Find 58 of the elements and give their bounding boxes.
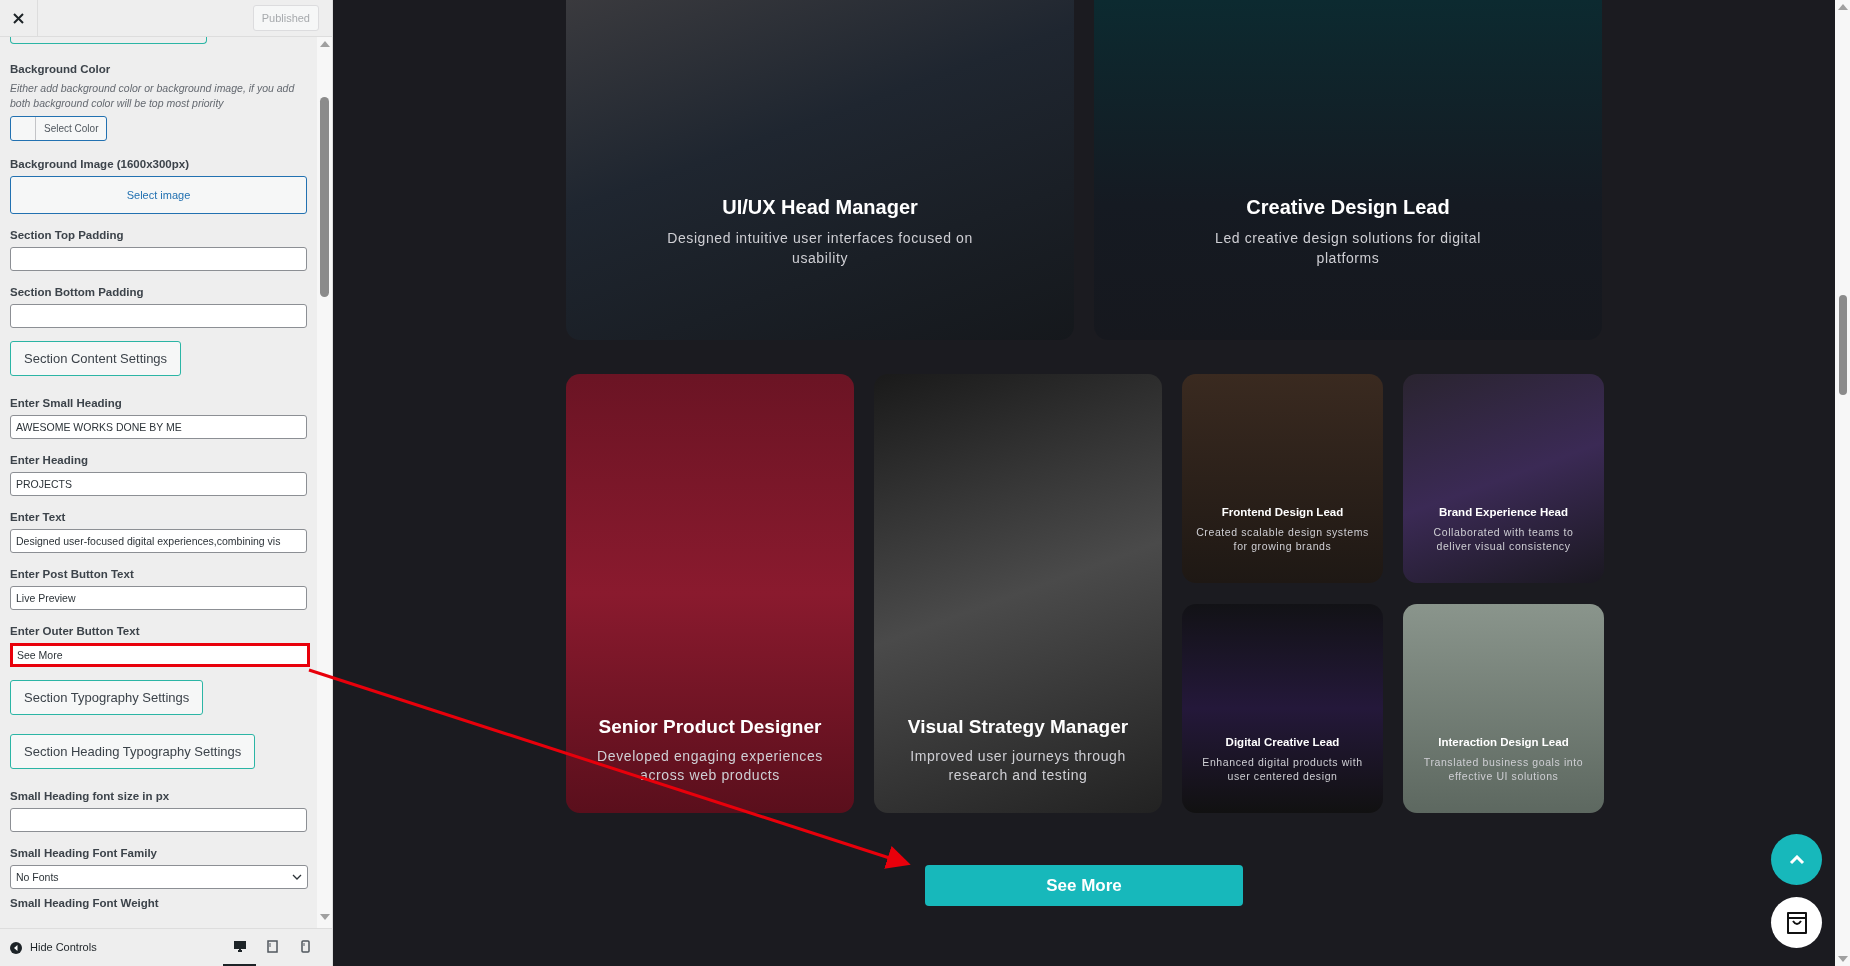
hide-controls-button[interactable]: Hide Controls [10, 939, 97, 956]
chevron-up-icon [1788, 854, 1805, 865]
card-title: Interaction Design Lead [1438, 734, 1569, 750]
card-description: Led creative design solutions for digital platforms [1214, 229, 1482, 268]
text-input[interactable] [10, 304, 307, 328]
scrollbar-thumb[interactable] [320, 97, 329, 297]
chevron-down-icon [292, 874, 302, 880]
field-label: Background Image (1600x300px) [10, 157, 190, 172]
scroll-to-top-button[interactable] [1771, 834, 1822, 885]
field-label: Enter Heading [10, 453, 89, 468]
field-label: Section Bottom Padding [10, 285, 145, 300]
scroll-down-icon[interactable] [1837, 956, 1848, 962]
card-title: Senior Product Designer [598, 714, 822, 739]
text-input[interactable]: PROJECTS [10, 472, 307, 496]
close-icon [13, 12, 24, 24]
text-input[interactable] [10, 247, 307, 271]
card-description: Enhanced digital products with user centered design [1201, 755, 1364, 783]
card-title: Frontend Design Lead [1221, 504, 1344, 520]
scrollbar-thumb[interactable] [1838, 295, 1847, 395]
cart-button[interactable] [1771, 897, 1822, 948]
card-description: Collaborated with teams to deliver visual consistency [1432, 525, 1575, 553]
section-settings-button[interactable]: Section Content Settings [10, 341, 182, 376]
scroll-up-icon[interactable] [1837, 4, 1848, 10]
text-input[interactable]: Designed user-focused digital experiences,combining vis [10, 529, 307, 553]
card-title: Brand Experience Head [1438, 504, 1569, 520]
monitor-icon [232, 939, 247, 953]
section-settings-button[interactable]: Section Heading Typography Settings [10, 734, 256, 769]
card-description: Developed engaging experiences across web products [596, 747, 824, 785]
select-color-button[interactable]: Select Color [10, 116, 108, 141]
text-input[interactable] [10, 808, 307, 832]
collapse-icon [10, 941, 22, 954]
card-title: UI/UX Head Manager [722, 195, 918, 220]
tablet-icon [267, 939, 278, 953]
field-label: Small Heading Font Family [10, 846, 158, 861]
card-title: Creative Design Lead [1246, 195, 1450, 220]
field-label: Enter Small Heading [10, 396, 123, 411]
phone-icon [301, 939, 310, 953]
text-input[interactable]: AWESOME WORKS DONE BY ME [10, 415, 307, 439]
field-label: Enter Outer Button Text [10, 624, 141, 639]
shopping-bag-icon [1785, 910, 1808, 935]
section-settings-button[interactable]: Section Typography Settings [10, 680, 204, 715]
card-description: Translated business goals into effective UI solutions [1422, 755, 1585, 783]
field-label: Section Top Padding [10, 228, 125, 243]
text-input[interactable]: See More [10, 643, 310, 667]
card-title: Visual Strategy Manager [907, 714, 1129, 739]
field-description: Either add background color or background image, if you add both background color will be top most priority [10, 81, 296, 111]
font-family-select[interactable]: No Fonts [10, 865, 308, 889]
field-label: Small Heading Font Weight [10, 896, 160, 911]
field-label: Enter Post Button Text [10, 567, 135, 582]
field-label: Small Heading font size in px [10, 789, 171, 804]
card-description: Created scalable design systems for growing brands [1196, 525, 1369, 553]
card-description: Improved user journeys through research and testing [909, 747, 1127, 785]
card-title: Digital Creative Lead [1225, 734, 1340, 750]
field-label: Background Color [10, 62, 112, 77]
field-label: Enter Text [10, 510, 67, 525]
text-input[interactable]: Live Preview [10, 586, 307, 610]
card-description: Designed intuitive user interfaces focused on usability [666, 229, 974, 268]
select-image-button[interactable]: Select image [10, 176, 307, 214]
